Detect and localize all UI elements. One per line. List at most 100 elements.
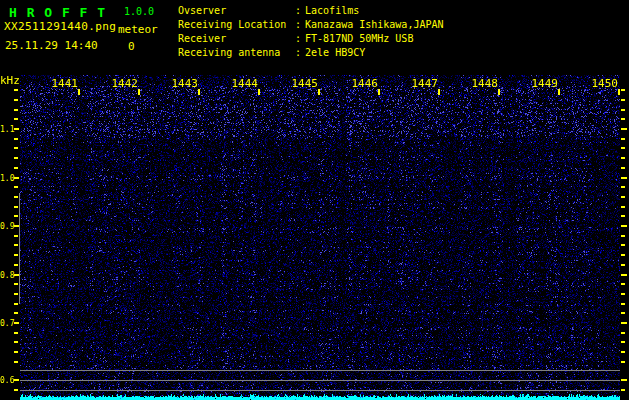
freq-minor-tick-left	[14, 264, 18, 266]
meteor-count: 0	[128, 41, 135, 52]
info-value: Kanazawa Ishikawa,JAPAN	[305, 18, 443, 32]
time-tick-mark	[78, 89, 80, 95]
freq-minor-tick-left	[14, 389, 18, 391]
station-info-row: Ovserver:Lacofilms	[178, 4, 444, 18]
app-title: H R O F F T	[9, 6, 106, 19]
freq-major-tick-right	[621, 225, 627, 227]
station-info-row: Receiving Location: Kanazawa Ishikawa,JAP…	[178, 18, 444, 32]
freq-major-tick-right	[621, 379, 627, 381]
freq-minor-tick-right	[621, 109, 625, 111]
time-tick-mark	[258, 89, 260, 95]
datetime-label: 25.11.29 14:40	[5, 40, 98, 51]
info-separator: :	[295, 18, 301, 32]
level-line-lower	[20, 390, 620, 391]
output-filename: XX2511291440.png	[4, 21, 116, 32]
freq-major-tick-right	[621, 322, 627, 324]
time-tick-mark	[198, 89, 200, 95]
info-value: 2ele HB9CY	[305, 46, 365, 60]
freq-minor-tick-left	[14, 89, 18, 91]
app-version: 1.0.0	[124, 7, 154, 17]
freq-minor-tick-right	[621, 99, 625, 101]
freq-unit-label: kHz	[0, 75, 20, 86]
freq-tick-label: 0.7	[0, 320, 13, 328]
info-label: Receiving Location	[178, 18, 295, 32]
info-value: FT-817ND 50MHz USB	[305, 32, 413, 46]
time-tick-mark	[138, 89, 140, 95]
freq-tick-label: 0.6	[0, 377, 13, 385]
freq-minor-tick-left	[14, 147, 18, 149]
time-tick-label: 1443	[171, 78, 198, 89]
time-tick-label: 1448	[471, 78, 498, 89]
info-separator: :	[295, 46, 301, 60]
freq-minor-tick-left	[14, 332, 18, 334]
time-tick-label: 1441	[51, 78, 78, 89]
time-tick-label: 1447	[411, 78, 438, 89]
freq-minor-tick-left	[14, 118, 18, 120]
time-tick-mark	[498, 89, 500, 95]
freq-minor-tick-right	[621, 303, 625, 305]
freq-minor-tick-left	[14, 303, 18, 305]
freq-major-tick-left	[14, 177, 19, 179]
time-tick-mark	[378, 89, 380, 95]
freq-minor-tick-right	[621, 341, 625, 343]
time-tick-mark	[318, 89, 320, 95]
freq-major-tick-right	[621, 128, 627, 130]
freq-minor-tick-right	[621, 351, 625, 353]
freq-minor-tick-right	[621, 361, 625, 363]
time-tick-mark	[618, 89, 620, 95]
freq-minor-tick-left	[14, 293, 18, 295]
spectrogram-noise	[20, 75, 620, 400]
freq-minor-tick-right	[621, 206, 625, 208]
freq-minor-tick-right	[621, 118, 625, 120]
freq-minor-tick-left	[14, 138, 18, 140]
freq-minor-tick-left	[14, 341, 18, 343]
time-tick-label: 1445	[291, 78, 318, 89]
freq-minor-tick-right	[621, 235, 625, 237]
time-tick-label: 1450	[591, 78, 618, 89]
freq-major-tick-left	[14, 379, 19, 381]
freq-minor-tick-right	[621, 389, 625, 391]
freq-tick-label: 0.9	[0, 223, 13, 231]
freq-minor-tick-right	[621, 215, 625, 217]
freq-minor-tick-left	[14, 99, 18, 101]
freq-minor-tick-left	[14, 196, 18, 198]
freq-minor-tick-right	[621, 293, 625, 295]
freq-minor-tick-left	[14, 244, 18, 246]
freq-minor-tick-right	[621, 196, 625, 198]
freq-minor-tick-right	[621, 312, 625, 314]
freq-minor-tick-left	[14, 206, 18, 208]
freq-minor-tick-left	[14, 361, 18, 363]
freq-minor-tick-left	[14, 235, 18, 237]
freq-minor-tick-right	[621, 244, 625, 246]
freq-minor-tick-left	[14, 312, 18, 314]
time-tick-label: 1442	[111, 78, 138, 89]
freq-minor-tick-right	[621, 157, 625, 159]
freq-minor-tick-right	[621, 186, 625, 188]
info-label: Receiving antenna	[178, 46, 295, 60]
freq-tick-label: 0.8	[0, 272, 13, 280]
freq-major-tick-left	[14, 225, 19, 227]
freq-minor-tick-right	[621, 89, 625, 91]
freq-minor-tick-left	[14, 167, 18, 169]
freq-minor-tick-right	[621, 147, 625, 149]
freq-minor-tick-right	[621, 167, 625, 169]
freq-minor-tick-left	[14, 254, 18, 256]
freq-minor-tick-left	[14, 186, 18, 188]
freq-major-tick-left	[14, 128, 19, 130]
freq-minor-tick-right	[621, 264, 625, 266]
freq-major-tick-left	[14, 274, 19, 276]
freq-minor-tick-right	[621, 332, 625, 334]
info-value: Lacofilms	[305, 4, 359, 18]
time-tick-mark	[438, 89, 440, 95]
freq-major-tick-right	[621, 274, 627, 276]
station-info-row: Receiving antenna:2ele HB9CY	[178, 46, 444, 60]
freq-minor-tick-left	[14, 351, 18, 353]
freq-major-tick-right	[621, 177, 627, 179]
info-label: Ovserver	[178, 4, 295, 18]
freq-major-tick-left	[14, 322, 19, 324]
left-edge-marker-line	[19, 193, 20, 304]
freq-minor-tick-right	[621, 283, 625, 285]
freq-tick-label: 1.1	[0, 126, 13, 134]
info-separator: :	[295, 32, 301, 46]
freq-minor-tick-right	[621, 138, 625, 140]
